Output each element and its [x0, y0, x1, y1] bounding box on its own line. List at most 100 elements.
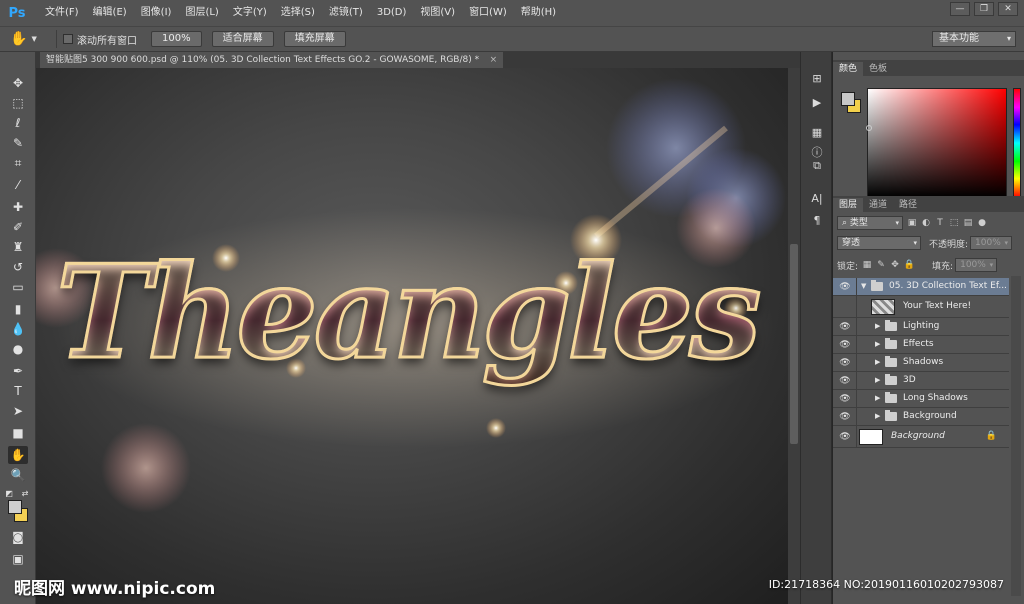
canvas-area[interactable]: Theangles: [36, 68, 788, 604]
gradient-tool-icon[interactable]: ▮: [8, 300, 28, 318]
lock-image-icon[interactable]: ✎: [876, 260, 886, 270]
hue-slider[interactable]: [1013, 88, 1021, 198]
adjustment-filter-icon[interactable]: ◐: [921, 218, 931, 228]
eye-icon[interactable]: 👁: [839, 412, 851, 422]
layer-row[interactable]: 👁 ▼ 05. 3D Collection Text Ef...: [833, 278, 1009, 296]
canvas-vertical-scrollbar[interactable]: [788, 68, 800, 604]
eye-icon[interactable]: 👁: [839, 282, 851, 292]
properties-panel-icon[interactable]: ▦: [809, 124, 825, 140]
menu-select[interactable]: 选择(S): [274, 0, 322, 26]
eye-icon[interactable]: 👁: [839, 432, 851, 442]
layer-row[interactable]: 👁 ▶ 3D: [833, 372, 1009, 390]
workspace-select[interactable]: 基本功能 ▾: [932, 31, 1016, 47]
chevron-right-icon[interactable]: ▶: [875, 340, 880, 348]
pen-tool-icon[interactable]: ✒: [8, 362, 28, 380]
layer-row[interactable]: 👁 Background 🔒: [833, 426, 1009, 448]
fill-screen-button[interactable]: 填充屏幕: [283, 31, 346, 47]
path-selection-tool-icon[interactable]: ➤: [8, 402, 28, 420]
layer-row[interactable]: 👁 ▶ Long Shadows: [833, 390, 1009, 408]
layer-row[interactable]: Your Text Here!: [833, 296, 1009, 318]
layer-row[interactable]: 👁 ▶ Background: [833, 408, 1009, 426]
layers-scrollbar[interactable]: [1011, 276, 1021, 596]
menu-help[interactable]: 帮助(H): [514, 0, 563, 26]
type-tool-icon[interactable]: T: [8, 382, 28, 400]
clone-stamp-tool-icon[interactable]: ♜: [8, 238, 28, 256]
screen-mode-icon[interactable]: ▣: [8, 550, 28, 568]
color-fg-swatch[interactable]: [841, 92, 855, 106]
marquee-tool-icon[interactable]: ⬚: [8, 94, 28, 112]
filter-toggle-icon[interactable]: ●: [977, 218, 987, 228]
menu-edit[interactable]: 编辑(E): [86, 0, 134, 26]
actions-panel-icon[interactable]: ▶: [809, 94, 825, 110]
minimize-button[interactable]: —: [950, 2, 970, 16]
blur-tool-icon[interactable]: 💧: [8, 320, 28, 338]
zoom-100-button[interactable]: 100%: [151, 31, 202, 47]
dodge-tool-icon[interactable]: ●: [8, 340, 28, 358]
layer-row[interactable]: 👁 ▶ Effects: [833, 336, 1009, 354]
menu-image[interactable]: 图像(I): [134, 0, 179, 26]
blend-mode-select[interactable]: 穿透 ▾: [837, 236, 921, 250]
eye-icon[interactable]: 👁: [839, 322, 851, 332]
opacity-input[interactable]: 100% ▾: [970, 236, 1013, 250]
chevron-right-icon[interactable]: ▶: [875, 358, 880, 366]
zoom-tool-icon[interactable]: 🔍: [8, 466, 28, 484]
scroll-all-windows-checkbox[interactable]: [63, 34, 73, 44]
history-panel-icon[interactable]: ⊞: [809, 70, 825, 86]
color-picker-field[interactable]: [866, 88, 1007, 198]
quick-selection-tool-icon[interactable]: ✎: [8, 134, 28, 152]
clone-source-panel-icon[interactable]: ⧉: [809, 158, 825, 174]
close-button[interactable]: ✕: [998, 2, 1018, 16]
tab-color[interactable]: 颜色: [833, 62, 864, 76]
chevron-right-icon[interactable]: ▶: [875, 322, 880, 330]
lock-position-icon[interactable]: ✥: [890, 260, 900, 270]
document-canvas[interactable]: Theangles: [36, 68, 788, 604]
lock-all-icon[interactable]: 🔒: [903, 260, 914, 270]
eraser-tool-icon[interactable]: ▭: [8, 278, 28, 296]
document-tab[interactable]: 智能贴图5 300 900 600.psd @ 110% (05. 3D Col…: [40, 52, 504, 68]
hand-tool-icon[interactable]: ✋: [8, 446, 28, 464]
layer-filter-select[interactable]: ⌕ 类型 ▾: [837, 216, 903, 230]
character-panel-icon[interactable]: A|: [809, 190, 825, 206]
brush-tool-icon[interactable]: ✐: [8, 218, 28, 236]
crop-tool-icon[interactable]: ⌗: [8, 154, 28, 172]
pixel-filter-icon[interactable]: ▣: [907, 218, 917, 228]
quick-mask-icon[interactable]: ◙: [8, 528, 28, 546]
history-brush-tool-icon[interactable]: ↺: [8, 258, 28, 276]
scrollbar-thumb[interactable]: [790, 244, 798, 444]
menu-window[interactable]: 窗口(W): [462, 0, 514, 26]
layer-row[interactable]: 👁 ▶ Lighting: [833, 318, 1009, 336]
shape-filter-icon[interactable]: ⬚: [949, 218, 959, 228]
tab-paths[interactable]: 路径: [893, 198, 923, 212]
tab-channels[interactable]: 通道: [863, 198, 893, 212]
fill-input[interactable]: 100% ▾: [955, 258, 998, 272]
restore-button[interactable]: ❐: [974, 2, 994, 16]
eye-icon[interactable]: 👁: [839, 376, 851, 386]
chevron-right-icon[interactable]: ▶: [875, 412, 880, 420]
eye-icon[interactable]: 👁: [839, 394, 851, 404]
tool-preset-picker[interactable]: ✋ ▼: [10, 28, 50, 50]
chevron-right-icon[interactable]: ▶: [875, 376, 880, 384]
menu-file[interactable]: 文件(F): [38, 0, 86, 26]
type-filter-icon[interactable]: T: [935, 218, 945, 228]
chevron-down-icon[interactable]: ▼: [861, 282, 866, 290]
move-tool-icon[interactable]: ✥: [8, 74, 28, 92]
healing-brush-tool-icon[interactable]: ✚: [8, 198, 28, 216]
menu-type[interactable]: 文字(Y): [226, 0, 274, 26]
eyedropper-tool-icon[interactable]: ⁄: [8, 176, 28, 194]
menu-layer[interactable]: 图层(L): [178, 0, 225, 26]
smart-object-filter-icon[interactable]: ▤: [963, 218, 973, 228]
tab-layers[interactable]: 图层: [833, 198, 864, 212]
lock-transparent-icon[interactable]: ▦: [862, 260, 872, 270]
foreground-color-swatch[interactable]: [8, 500, 22, 514]
menu-filter[interactable]: 滤镜(T): [322, 0, 370, 26]
menu-view[interactable]: 视图(V): [413, 0, 462, 26]
tab-swatches[interactable]: 色板: [863, 62, 893, 76]
eye-icon[interactable]: 👁: [839, 358, 851, 368]
paragraph-panel-icon[interactable]: ¶: [809, 212, 825, 228]
rectangle-tool-icon[interactable]: ■: [8, 424, 28, 442]
eye-icon[interactable]: 👁: [839, 340, 851, 350]
menu-3d[interactable]: 3D(D): [370, 0, 414, 26]
lasso-tool-icon[interactable]: ℓ: [8, 114, 28, 132]
layer-row[interactable]: 👁 ▶ Shadows: [833, 354, 1009, 372]
close-icon[interactable]: ×: [490, 52, 498, 68]
